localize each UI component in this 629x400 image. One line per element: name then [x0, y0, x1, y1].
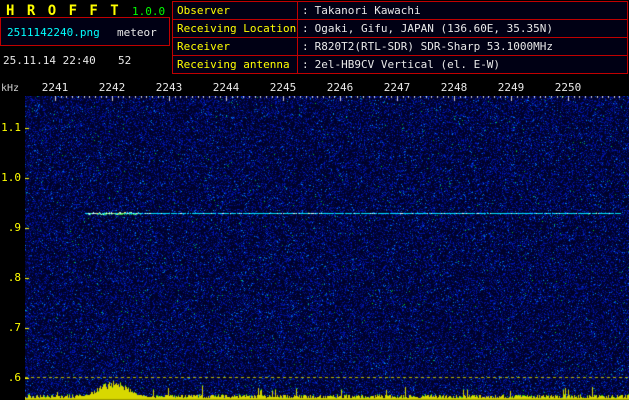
time-axis-label: 2241	[41, 81, 69, 94]
colon-separator: :	[302, 22, 309, 35]
freq-axis-label: 1.1	[1, 121, 21, 134]
observation-mode: meteor	[117, 26, 157, 39]
info-value: :2el-HB9CV Vertical (el. E-W)	[297, 55, 628, 74]
info-label: Observer	[172, 1, 298, 20]
info-value: : Ogaki, Gifu, JAPAN (136.60E, 35.35N)	[297, 19, 628, 38]
file-info-box: 2511142240.png meteor	[0, 17, 170, 46]
time-axis-label: 2243	[155, 81, 183, 94]
info-row: Receiving Location: Ogaki, Gifu, JAPAN (1…	[172, 19, 628, 38]
output-filename: 2511142240.png	[7, 26, 100, 39]
freq-axis-label: .6	[7, 371, 21, 384]
colon-separator: :	[302, 4, 309, 17]
station-info-table: Observer: Takanori Kawachi Receiving Locat…	[172, 1, 628, 74]
time-axis-label: 2249	[497, 81, 525, 94]
info-label: Receiver	[172, 37, 298, 56]
freq-axis-label: .9	[7, 221, 21, 234]
freq-axis-label: .7	[7, 321, 21, 334]
time-axis-label: 2247	[383, 81, 411, 94]
info-value: : Takanori Kawachi	[297, 1, 628, 20]
freq-axis-label: .8	[7, 271, 21, 284]
time-axis-label: 2242	[98, 81, 126, 94]
time-axis-label: 2244	[212, 81, 240, 94]
colon-separator: :	[302, 58, 309, 71]
info-label: Receiving Location	[172, 19, 298, 38]
time-axis-label: 2246	[326, 81, 354, 94]
time-axis-label: 2250	[554, 81, 582, 94]
observation-datetime: 25.11.14 22:40	[3, 54, 96, 67]
info-row: Receiving antenna:2el-HB9CV Vertical (el…	[172, 55, 628, 74]
info-table-body: Observer: Takanori Kawachi Receiving Locat…	[172, 1, 628, 74]
info-label: Receiving antenna	[172, 55, 298, 74]
info-row: Receiver: R820T2(RTL-SDR) SDR-Sharp 53.10…	[172, 37, 628, 56]
echo-count: 52	[118, 54, 132, 67]
freq-unit-label: kHz	[1, 83, 20, 94]
spectrogram-canvas	[25, 96, 629, 400]
info-value: : R820T2(RTL-SDR) SDR-Sharp 53.1000MHz	[297, 37, 628, 56]
colon-separator: :	[302, 40, 309, 53]
freq-axis-label: 1.0	[1, 171, 21, 184]
time-axis-label: 2248	[440, 81, 468, 94]
time-axis-label: 2245	[269, 81, 297, 94]
info-row: Observer: Takanori Kawachi	[172, 1, 628, 20]
hrofft-app-window: H R O F F T 1.0.0 2511142240.png meteor …	[0, 0, 629, 400]
